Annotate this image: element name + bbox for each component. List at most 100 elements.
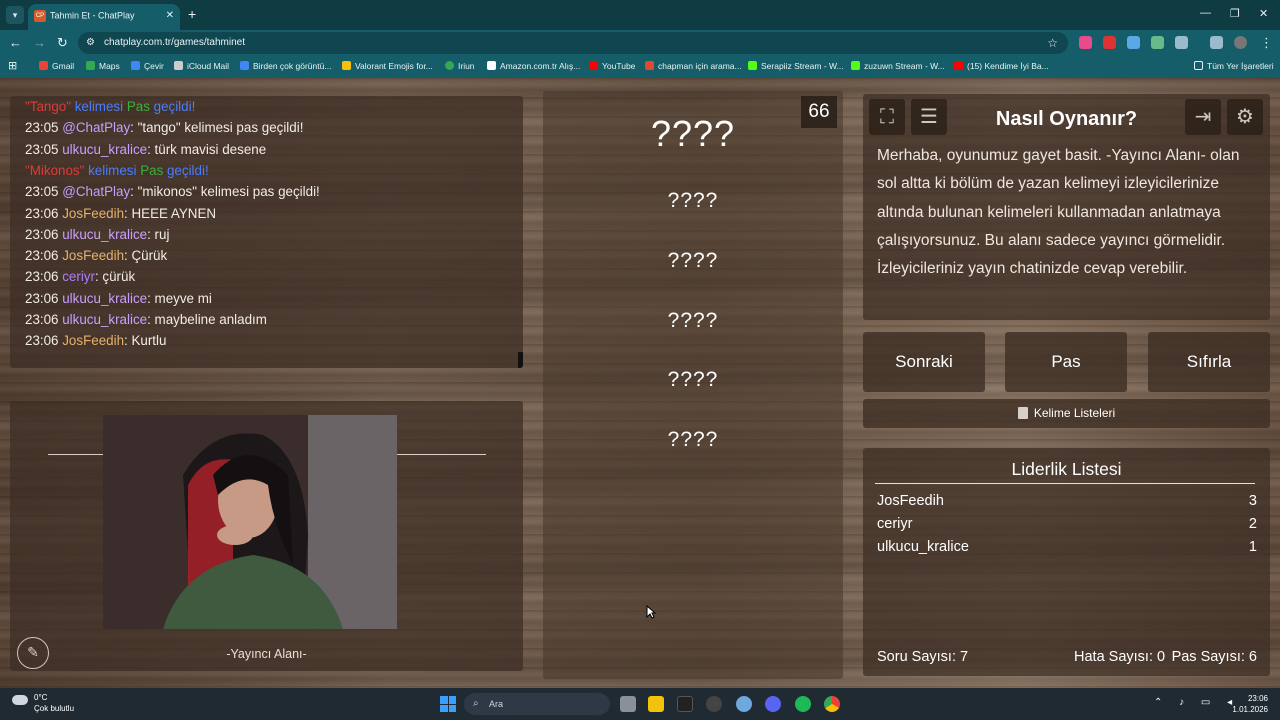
new-tab-icon[interactable]: +	[188, 6, 196, 22]
clock[interactable]: 23:06 1.01.2026	[1232, 693, 1268, 715]
url-text: chatplay.com.tr/games/tahminet	[104, 37, 245, 48]
browser-tab-bar: ▾ CP Tahmin Et - ChatPlay ✕ + — ❐ ✕	[0, 0, 1280, 30]
bookmark-icloud[interactable]: iCloud Mail	[174, 61, 229, 71]
spotify-icon[interactable]	[795, 696, 811, 712]
bookmark-amazon[interactable]: Amazon.com.tr Alış...	[487, 61, 580, 71]
browser-menu-icon[interactable]: ⋮	[1260, 35, 1273, 51]
restore-icon[interactable]: ❐	[1230, 7, 1240, 20]
chat-panel: "Tango" kelimesi Pas geçildi! 23:05 @Chat…	[10, 96, 523, 368]
apps-grid-icon[interactable]: ⊞	[8, 59, 17, 72]
system-message-part: Pas	[140, 162, 167, 178]
word-lists-button[interactable]: Kelime Listeleri	[863, 399, 1270, 428]
chat-message: 23:06 ulkucu_kralice: ruj	[25, 227, 169, 242]
extension-icon[interactable]	[1103, 36, 1116, 49]
audio-app-icon[interactable]	[677, 696, 693, 712]
chat-message: 23:06 JosFeedih: Kurtlu	[25, 333, 166, 348]
chat-text: : "mikonos" kelimesi pas geçildi!	[130, 184, 320, 200]
file-explorer-icon[interactable]	[648, 696, 664, 712]
browser-toolbar: ← → ↻ ⚙ chatplay.com.tr/games/tahminet ☆…	[0, 30, 1280, 56]
browser-tab[interactable]: CP Tahmin Et - ChatPlay ✕	[28, 4, 180, 30]
divider	[48, 454, 104, 455]
window-close-icon[interactable]: ✕	[1259, 7, 1268, 20]
clock-time: 23:06	[1247, 694, 1268, 703]
chat-message: 23:06 ulkucu_kralice: maybeline anladım	[25, 312, 267, 327]
chat-timestamp: 23:05	[25, 141, 63, 157]
tab-search-icon[interactable]: ▾	[6, 6, 24, 24]
forbidden-word: ????	[667, 368, 719, 391]
chat-text: : HEEE AYNEN	[124, 205, 217, 221]
bookmark-zuzuwn[interactable]: zuzuwn Stream - W...	[851, 61, 945, 71]
bookmark-serapiiz[interactable]: Serapiiz Stream - W...	[748, 61, 844, 71]
address-bar[interactable]: ⚙ chatplay.com.tr/games/tahminet ☆	[78, 32, 1068, 54]
minimize-icon[interactable]: —	[1200, 7, 1211, 19]
tab-title: Tahmin Et - ChatPlay	[50, 10, 135, 21]
weather-description: Çok bulutlu	[34, 704, 75, 713]
extension-icon[interactable]	[1079, 36, 1092, 49]
all-bookmarks[interactable]: Tüm Yer İşaretleri	[1194, 61, 1274, 71]
back-icon[interactable]: ←	[9, 35, 22, 50]
game-page: "Tango" kelimesi Pas geçildi! 23:05 @Chat…	[0, 78, 1280, 688]
reset-button[interactable]: Sıfırla	[1148, 332, 1270, 392]
bookmark-chapman[interactable]: chapman için arama...	[645, 61, 742, 71]
word-lists-label: Kelime Listeleri	[1033, 406, 1116, 420]
chat-text: : meyve mi	[147, 290, 212, 306]
bookmark-maps[interactable]: Maps	[86, 61, 120, 71]
bookmark-gmail[interactable]: Gmail	[39, 61, 74, 71]
reading-list-icon[interactable]	[1210, 36, 1223, 49]
system-message-part: geçildi!	[166, 162, 209, 178]
divider	[875, 483, 1255, 484]
chat-text: : maybeline anladım	[147, 312, 267, 327]
mouse-cursor-icon	[646, 605, 656, 619]
chat-username: ceriyr	[62, 269, 95, 285]
chat-message: 23:06 ceriyr: çürük	[25, 269, 135, 284]
chat-timestamp: 23:06	[25, 333, 63, 349]
player-name: ceriyr	[877, 516, 913, 532]
taskbar-search[interactable]: ⌕ Ara	[464, 693, 610, 715]
extension-icon[interactable]	[1127, 36, 1140, 49]
chat-username: JosFeedih	[62, 333, 125, 349]
bookmarks-bar: ⊞ Gmail Maps Çevir iCloud Mail Birden ço…	[0, 56, 1280, 78]
bookmark-star-icon[interactable]: ☆	[1047, 32, 1058, 54]
bookmark-valorant[interactable]: Valorant Emojis for...	[342, 61, 433, 71]
discord-icon[interactable]	[765, 696, 781, 712]
site-info-icon[interactable]: ⚙	[86, 32, 95, 54]
forward-icon[interactable]: →	[33, 35, 46, 50]
reload-icon[interactable]: ↻	[57, 35, 68, 51]
pass-button[interactable]: Pas	[1005, 332, 1127, 392]
chrome-icon[interactable]	[824, 696, 840, 712]
chat-username: JosFeedih	[62, 205, 125, 221]
bookmark-youtube-video[interactable]: (15) Kendime İyi Ba...	[954, 61, 1049, 71]
bookmark-translate[interactable]: Çevir	[131, 61, 164, 71]
profile-avatar-icon[interactable]	[1234, 36, 1247, 49]
player-score: 1	[1248, 539, 1257, 555]
chat-timestamp: 23:06	[25, 290, 63, 306]
bookmark-iriun[interactable]: Iriun	[445, 61, 475, 71]
extension-icon[interactable]	[1151, 36, 1164, 49]
chat-message: 23:05 @ChatPlay: "mikonos" kelimesi pas …	[25, 184, 320, 199]
extensions-puzzle-icon[interactable]	[1175, 36, 1188, 49]
next-button[interactable]: Sonraki	[863, 332, 985, 392]
app-icon[interactable]	[736, 696, 752, 712]
system-tray-icons[interactable]: ⌃ ♪ ▭ ◂	[1154, 697, 1239, 708]
system-message-part: "Mikonos"	[25, 162, 89, 178]
chat-scrollbar[interactable]	[518, 352, 523, 368]
task-view-icon[interactable]	[620, 696, 636, 712]
chat-timestamp: 23:06	[25, 226, 63, 242]
how-to-play-text: Merhaba, oyunumuz gayet basit. -Yayıncı …	[877, 147, 1240, 278]
chat-text: : çürük	[94, 269, 136, 285]
windows-start-icon[interactable]	[440, 696, 456, 712]
chat-username: ulkucu_kralice	[62, 312, 148, 327]
system-message-part: "Tango"	[25, 99, 75, 114]
tab-close-icon[interactable]: ✕	[166, 10, 174, 21]
target-word: ????	[650, 113, 736, 154]
chat-timestamp: 23:05	[25, 184, 63, 200]
taskbar: 0°C Çok bulutlu ⌕ Ara ⌃ ♪ ▭ ◂ 23:06 1.01.…	[0, 688, 1280, 720]
streamer-area: ✎ -Yayıncı Alanı-	[10, 401, 523, 671]
chat-text: : "tango" kelimesi pas geçildi!	[130, 120, 304, 136]
streamer-area-label: -Yayıncı Alanı-	[226, 647, 307, 661]
chat-message: "Mikonos" kelimesi Pas geçildi!	[25, 163, 209, 178]
bookmark-youtube[interactable]: YouTube	[589, 61, 635, 71]
app-icon[interactable]	[706, 696, 722, 712]
temperature: 0°C	[34, 693, 48, 702]
bookmark-multi-image[interactable]: Birden çok görüntü...	[240, 61, 331, 71]
